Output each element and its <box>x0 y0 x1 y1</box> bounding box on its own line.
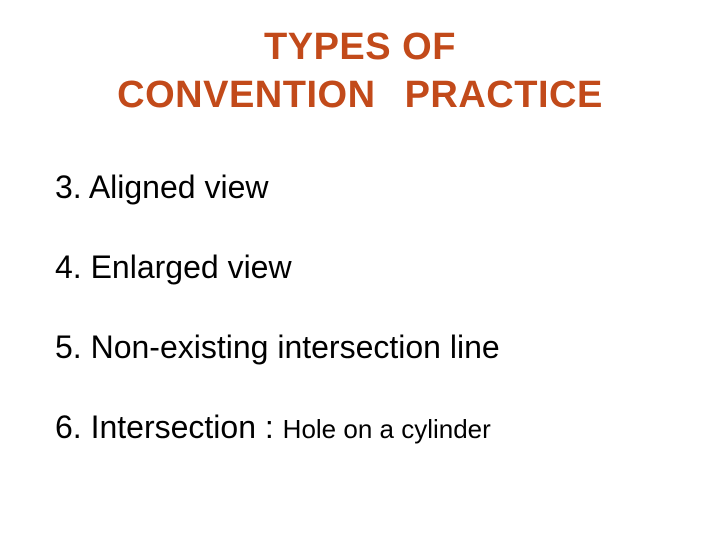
list-item-3: 3. Aligned view <box>55 168 268 206</box>
title-line-1: TYPES OF <box>0 24 720 72</box>
slide-title: TYPES OF CONVENTION PRACTICE <box>0 24 720 119</box>
title-line-2: CONVENTION PRACTICE <box>0 72 720 120</box>
list-item-6-sub: Hole on a cylinder <box>283 414 491 444</box>
list-item-4: 4. Enlarged view <box>55 248 292 286</box>
list-item-6-main: 6. Intersection : <box>55 409 283 445</box>
list-item-5: 5. Non-existing intersection line <box>55 328 500 366</box>
slide: TYPES OF CONVENTION PRACTICE 3. Aligned … <box>0 0 720 540</box>
list-item-6: 6. Intersection : Hole on a cylinder <box>55 408 491 446</box>
